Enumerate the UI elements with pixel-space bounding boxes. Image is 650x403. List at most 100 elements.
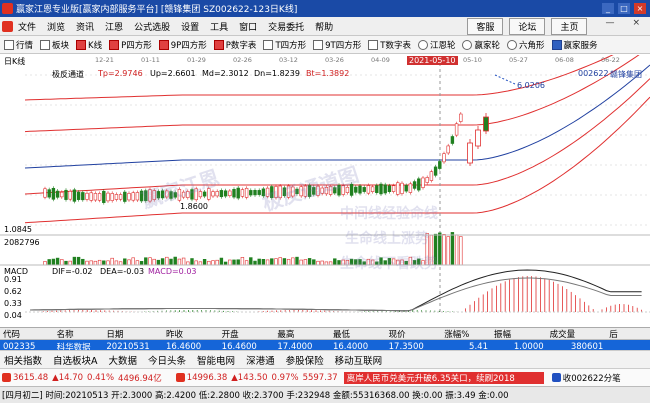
sh-index-value[interactable]: 3615.48 xyxy=(13,373,48,383)
tool-9p-square-label: 9P四方形 xyxy=(170,40,207,51)
close-button[interactable]: × xyxy=(634,3,646,14)
menu-formula[interactable]: 公式选股 xyxy=(134,20,170,33)
candle-body xyxy=(404,185,408,192)
volume-bar xyxy=(190,258,194,266)
menu-window[interactable]: 窗口 xyxy=(239,20,257,33)
col-name[interactable]: 名称 xyxy=(54,328,104,340)
low-value-label: 1.8600 xyxy=(180,202,208,211)
forum-button[interactable]: 论坛 xyxy=(509,17,546,35)
col-price[interactable]: 现价 xyxy=(386,328,442,340)
minimize-button[interactable]: _ xyxy=(602,3,614,14)
inner-minimize-button[interactable]: — xyxy=(605,18,614,35)
menu-info[interactable]: 资讯 xyxy=(76,20,94,33)
nav-big-data[interactable]: 大数据 xyxy=(109,353,138,367)
tool-t-square[interactable]: T四方形 xyxy=(263,39,306,51)
nav-mobile-internet[interactable]: 移动互联网 xyxy=(335,353,383,367)
chart-area[interactable]: 12-2101-1101-2902-2603-1203-2604-0904-23… xyxy=(0,55,650,322)
col-volume[interactable]: 成交量 xyxy=(547,328,607,340)
nav-insurance[interactable]: 参股保险 xyxy=(286,353,324,367)
volume-bar xyxy=(97,259,102,266)
candle-body xyxy=(60,191,64,198)
nav-headlines[interactable]: 今日头条 xyxy=(148,353,186,367)
candle-body xyxy=(64,189,68,200)
volume-bar xyxy=(85,260,89,266)
tool-kline[interactable]: K线 xyxy=(76,39,102,51)
menu-app-icon[interactable] xyxy=(2,20,13,32)
col-amplitude[interactable]: 振幅 xyxy=(491,328,547,340)
macd-histogram xyxy=(34,276,642,312)
candle-body xyxy=(396,182,400,195)
maximize-button[interactable]: □ xyxy=(618,3,630,14)
candle-body xyxy=(375,185,379,193)
tool-9p-square[interactable]: 9P四方形 xyxy=(158,39,207,51)
tool-gann-wheel-label: 江恩轮 xyxy=(429,40,456,51)
menu-gann[interactable]: 江恩 xyxy=(105,20,123,33)
col-change-pct[interactable]: 涨幅% xyxy=(441,328,491,340)
tool-quotes-label: 行情 xyxy=(16,40,34,51)
col-open[interactable]: 开盘 xyxy=(219,328,275,340)
tool-t-table-label: T数字表 xyxy=(380,40,411,51)
volume-bar xyxy=(47,259,51,266)
col-code[interactable]: 代码 xyxy=(0,328,54,340)
tool-t-table[interactable]: T数字表 xyxy=(368,39,411,51)
volume-bar xyxy=(438,232,442,266)
macd-tick-1: 0.91 xyxy=(4,275,22,284)
volume-bar xyxy=(127,259,131,266)
tool-hexagon[interactable]: 六角形 xyxy=(506,39,545,51)
service-button[interactable]: 客服 xyxy=(467,17,504,35)
volume-bar xyxy=(89,260,93,266)
tool-winner-wheel[interactable]: 赢家轮 xyxy=(462,39,500,51)
col-high[interactable]: 最高 xyxy=(274,328,330,340)
volume-bar xyxy=(333,258,337,266)
channel-middle-line xyxy=(24,64,650,169)
volume-bar xyxy=(177,258,182,266)
sz-index-value[interactable]: 14996.38 xyxy=(187,373,228,383)
volume-bar xyxy=(211,260,215,266)
y-axis-low-label: 1.0845 xyxy=(4,225,32,234)
candle-body xyxy=(118,194,123,200)
volume-bar xyxy=(291,257,295,266)
macd-dea-line xyxy=(29,277,642,312)
period-label[interactable]: 日K线 xyxy=(4,56,25,67)
menu-browse[interactable]: 浏览 xyxy=(47,20,65,33)
tool-service[interactable]: 赢家服务 xyxy=(551,39,598,51)
menu-settings[interactable]: 设置 xyxy=(181,20,199,33)
col-date[interactable]: 日期 xyxy=(103,328,163,340)
volume-bar xyxy=(282,258,287,266)
inner-close-button[interactable]: × xyxy=(632,18,640,35)
menu-trade[interactable]: 交易委托 xyxy=(268,20,304,33)
volume-bar xyxy=(110,257,114,266)
col-prev-close[interactable]: 昨收 xyxy=(163,328,219,340)
candle-body xyxy=(379,183,383,195)
candle-body xyxy=(358,185,362,194)
sh-index-pct: 0.41% xyxy=(87,372,115,383)
menu-help[interactable]: 帮助 xyxy=(315,20,333,33)
col-low[interactable]: 最低 xyxy=(330,328,386,340)
window-title: 赢家江恩专业版[赢家内部服务平台] [赣锋集团 SZ002622-123日K线] xyxy=(16,5,298,15)
volume-bar xyxy=(156,259,161,266)
tick-detail-label[interactable]: 收002622分笔 xyxy=(563,372,621,384)
candle-body xyxy=(387,185,392,192)
candle-body xyxy=(76,191,81,200)
tool-winner-wheel-label: 赢家轮 xyxy=(474,40,500,51)
col-more[interactable]: 后 xyxy=(606,328,650,340)
volume-bar xyxy=(93,260,98,266)
nav-sz-hk-connect[interactable]: 深港通 xyxy=(246,353,275,367)
tool-quotes[interactable]: 行情 xyxy=(4,39,33,51)
candle-body xyxy=(228,190,232,196)
nav-custom-sector[interactable]: 自选板块A xyxy=(53,353,98,367)
tool-gann-wheel[interactable]: 江恩轮 xyxy=(417,39,456,51)
service-icon xyxy=(551,39,562,50)
tool-p-square[interactable]: P四方形 xyxy=(109,39,152,51)
home-button[interactable]: 主页 xyxy=(551,17,588,35)
tool-p-table[interactable]: P数字表 xyxy=(213,39,256,51)
tool-sector[interactable]: 板块 xyxy=(40,39,69,51)
menu-file[interactable]: 文件 xyxy=(18,20,36,33)
date-marker: 2021-05-10 xyxy=(407,56,458,65)
menu-tools[interactable]: 工具 xyxy=(210,20,228,33)
nav-smart-grid[interactable]: 智能电网 xyxy=(197,353,235,367)
nav-related-index[interactable]: 相关指数 xyxy=(4,353,42,367)
news-ticker[interactable]: 离岸人民币兑美元升破6.35关口，续刷2018 xyxy=(343,371,544,384)
volume-bar xyxy=(165,256,169,266)
tool-9t-square[interactable]: 9T四方形 xyxy=(313,39,361,51)
